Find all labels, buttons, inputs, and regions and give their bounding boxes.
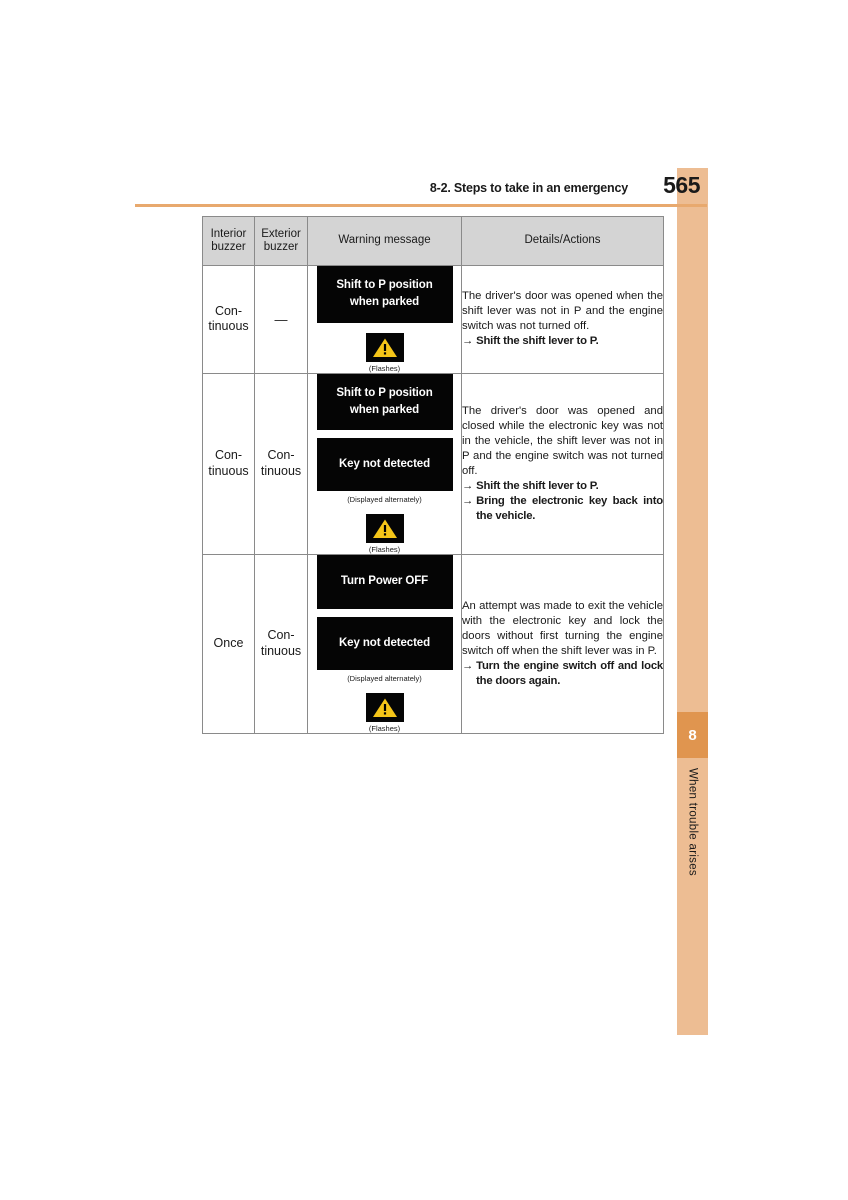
arrow-icon: → [462,660,474,673]
arrow-icon: → [462,335,474,348]
cell-exterior-buzzer: Con-tinuous [254,372,308,556]
message-screen: Turn Power OFF [316,555,453,609]
action-item: → Shift the shift lever to P. [462,334,663,349]
action-text: Shift the shift lever to P. [476,335,599,348]
arrow-icon: → [462,494,474,507]
page-number: 565 [663,172,700,198]
exterior-buzzer-line: tinuous [260,644,302,658]
table-header-row: Interior buzzer Exterior buzzer Warning … [202,216,664,266]
side-tab-chapter-title-label: When trouble arises [686,768,699,876]
arrow-icon: → [462,479,474,492]
action-text: Bring the electronic key back into the v… [476,494,663,522]
exterior-buzzer-line: tinuous [260,463,302,478]
interior-buzzer-line: tinuous [208,463,249,478]
interior-buzzer-line: Con- [214,448,243,463]
message-screen: Key not detected [316,438,453,492]
warning-triangle-icon [365,692,404,722]
warning-icon-block: (Flashes) [308,332,461,373]
action-text: Turn the engine switch off and lock the … [476,660,663,688]
warning-icon-block: (Flashes) [308,692,461,733]
side-tab-chapter-title: When trouble arises [677,762,708,962]
cell-interior-buzzer: Con-tinuous [202,372,255,556]
cell-details-actions: The driver's door was opened and closed … [461,372,664,556]
column-header-exterior-buzzer: Exterior buzzer [254,216,308,266]
action-item: → Bring the electronic key back into the … [462,494,663,524]
message-screen: Key not detected [316,616,453,670]
warning-triangle-icon [365,514,404,544]
cell-exterior-buzzer: — [254,265,308,374]
column-header-details-actions: Details/Actions [461,216,664,266]
interior-buzzer-line: tinuous [208,319,249,334]
warning-triangle-glyph [372,698,397,717]
exterior-buzzer-line: — [274,311,288,327]
cell-interior-buzzer: Con-tinuous [202,265,255,374]
details-paragraph: The driver's door was opened when the sh… [462,290,663,333]
flashes-caption: (Flashes) [368,363,401,373]
message-screen-line1: Shift to P position [336,386,433,399]
action-text: Shift the shift lever to P. [476,479,599,492]
cell-details-actions: An attempt was made to exit the vehicle … [461,554,664,734]
flashes-caption: (Flashes) [368,545,401,555]
message-screen: Shift to P position when parked [316,373,453,430]
action-item: → Turn the engine switch off and lock the… [462,659,663,689]
side-tab-chapter-number: 8 [677,712,708,758]
message-screen-line1: Shift to P position [336,279,433,291]
interior-buzzer-line: Once [213,636,244,651]
exterior-buzzer-line: Con- [267,628,295,643]
cell-details-actions: The driver's door was opened when the sh… [461,265,664,374]
message-screen-line2: when parked [349,296,420,309]
table-row: Con-tinuous — Shift to P position when park… [202,265,664,374]
message-screen: Shift to P position when parked [316,266,453,323]
cell-exterior-buzzer: Con-tinuous [254,554,308,734]
message-screen-line2: when parked [349,403,420,416]
interior-buzzer-line: Con- [214,303,243,318]
cell-warning-message: Shift to P position when parked (Flashes) [307,265,462,374]
warning-icon-block: (Flashes) [308,514,461,554]
table-row: Once Con-tinuous Turn Power OFF Key not det… [202,554,664,734]
action-item: → Shift the shift lever to P. [462,479,663,494]
displayed-alternately-caption: (Displayed alternately) [347,495,422,505]
warning-message-table: Interior buzzer Exterior buzzer Warning … [202,216,664,734]
message-screen-line1: Key not detected [338,636,431,649]
warning-triangle-glyph [372,338,397,357]
cell-interior-buzzer: Once [202,554,255,734]
details-paragraph: The driver's door was opened and closed … [462,404,663,477]
warning-triangle-icon [365,332,404,362]
side-tab-chapter-number-label: 8 [688,726,697,744]
message-screen-line1: Key not detected [338,458,431,470]
column-header-warning-message: Warning message [307,216,462,266]
page-header: 8-2. Steps to take in an emergency 565 [135,172,707,206]
cell-warning-message: Shift to P position when parked Key not de… [307,372,462,556]
page-header-title: 8-2. Steps to take in an emergency [429,181,628,195]
cell-warning-message: Turn Power OFF Key not detected (Displayed… [307,554,462,734]
exterior-buzzer-line: Con- [267,448,295,463]
displayed-alternately-caption: (Displayed alternately) [347,673,422,683]
flashes-caption: (Flashes) [368,723,401,733]
warning-triangle-glyph [372,519,397,539]
column-header-interior-buzzer: Interior buzzer [202,216,255,266]
table-row: Con-tinuous Con-tinuous Shift to P positio… [202,372,664,556]
details-paragraph: An attempt was made to exit the vehicle … [462,599,663,657]
header-divider-rule [135,204,707,207]
message-screen-line1: Turn Power OFF [340,575,429,588]
